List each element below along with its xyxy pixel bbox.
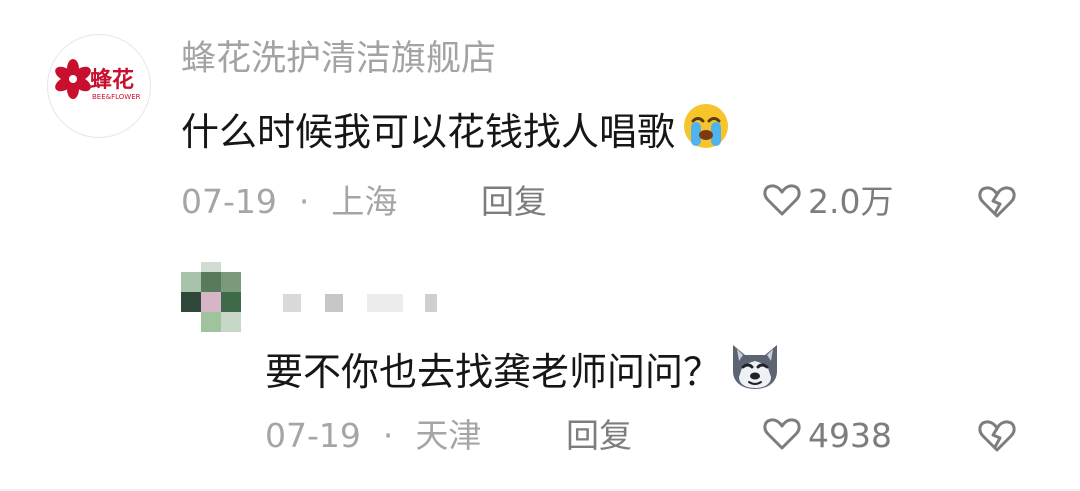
avatar[interactable] <box>181 262 243 334</box>
like-button[interactable]: 2.0万 <box>760 180 893 224</box>
brand-logo-text: 蜂花 <box>90 67 134 93</box>
comment-text: 要不你也去找龚老师问问？ <box>265 350 722 394</box>
like-count: 4938 <box>808 416 892 455</box>
heart-icon <box>760 178 804 226</box>
pixelated-username <box>283 294 437 312</box>
comment-meta: 07-19 · 上海 <box>181 180 397 224</box>
broken-heart-icon[interactable] <box>975 180 1019 224</box>
meta-separator: · <box>382 416 394 455</box>
meta-separator: · <box>298 182 310 221</box>
comment-meta: 07-19 · 天津 <box>265 414 481 458</box>
heart-icon <box>760 412 804 460</box>
like-button[interactable]: 4938 <box>760 414 892 458</box>
brand-logo: 蜂花 BEE&FLOWER <box>55 59 141 101</box>
comment-location: 天津 <box>415 416 482 455</box>
brand-logo-subtext: BEE&FLOWER <box>92 93 141 101</box>
comment-date: 07-19 <box>265 416 361 455</box>
comment-text: 什么时候我可以花钱找人唱歌 <box>181 110 676 154</box>
pixelated-avatar <box>181 262 243 334</box>
comment-body: 要不你也去找龚老师问问？ <box>265 341 783 403</box>
username[interactable] <box>283 290 443 314</box>
avatar[interactable]: 蜂花 BEE&FLOWER <box>47 34 151 138</box>
comment-body: 什么时候我可以花钱找人唱歌 <box>181 101 731 163</box>
reply-button[interactable]: 回复 <box>566 414 632 458</box>
loudly-crying-face-icon <box>681 101 731 163</box>
username[interactable]: 蜂花洗护清洁旗舰店 <box>181 37 496 81</box>
like-count: 2.0万 <box>808 182 894 221</box>
comment-date: 07-19 <box>181 182 277 221</box>
broken-heart-icon[interactable] <box>975 414 1019 458</box>
husky-dog-face-icon <box>727 341 783 403</box>
reply-button[interactable]: 回复 <box>481 180 547 224</box>
comment-location: 上海 <box>331 182 398 221</box>
comment-thread: 蜂花 BEE&FLOWER 蜂花洗护清洁旗舰店 什么时候我可以花钱找人唱歌 07… <box>0 0 1080 491</box>
